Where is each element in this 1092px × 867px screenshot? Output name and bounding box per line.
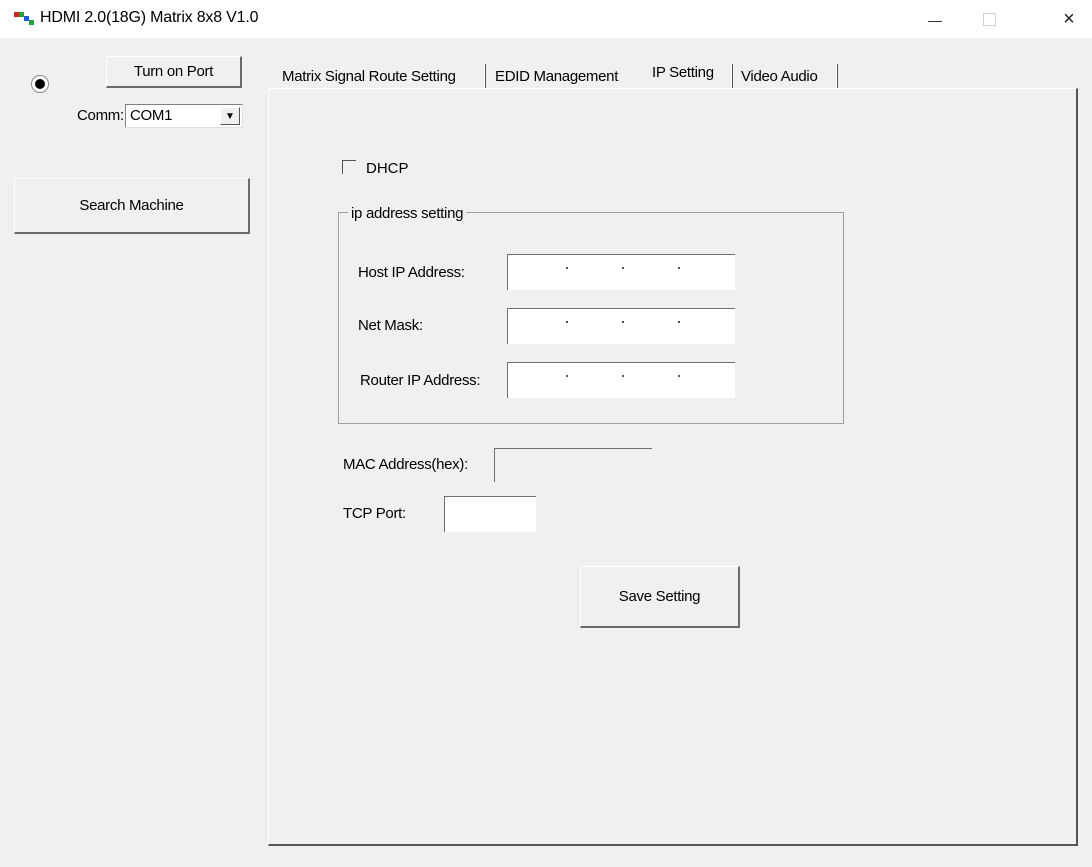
router-ip-label: Router IP Address:: [360, 372, 481, 389]
tab-edid-management[interactable]: EDID Management: [495, 62, 618, 90]
host-ip-input[interactable]: [507, 254, 735, 290]
turn-on-port-button[interactable]: Turn on Port: [106, 56, 242, 88]
tcp-port-input[interactable]: [444, 496, 536, 532]
mac-address-input[interactable]: [494, 448, 652, 482]
comm-port-value: COM1: [130, 107, 173, 124]
search-machine-label: Search Machine: [79, 197, 184, 214]
app-matrix-icon: [14, 12, 34, 26]
net-mask-label: Net Mask:: [358, 317, 423, 334]
net-mask-input[interactable]: [507, 308, 735, 344]
tab-ip-setting[interactable]: IP Setting: [652, 58, 714, 86]
title-bar: HDMI 2.0(18G) Matrix 8x8 V1.0 ×: [0, 0, 1092, 38]
turn-on-port-label: Turn on Port: [133, 63, 214, 80]
window-title: HDMI 2.0(18G) Matrix 8x8 V1.0: [40, 9, 259, 26]
host-ip-label: Host IP Address:: [358, 264, 465, 281]
mac-address-label: MAC Address(hex):: [343, 456, 468, 473]
save-setting-button[interactable]: Save Setting: [580, 566, 740, 628]
minimize-button[interactable]: [912, 0, 958, 38]
router-ip-input[interactable]: [507, 362, 735, 398]
tab-separator: [484, 64, 486, 88]
tab-matrix-signal-route[interactable]: Matrix Signal Route Setting: [282, 62, 456, 90]
chevron-down-icon[interactable]: ▼: [220, 107, 240, 125]
groupbox-title: ip address setting: [348, 205, 467, 222]
tab-video-audio[interactable]: Video Audio: [741, 62, 818, 90]
close-icon: ×: [1063, 7, 1075, 30]
dhcp-label: DHCP: [366, 160, 409, 177]
tab-separator: [836, 64, 838, 88]
port-status-radio[interactable]: [31, 75, 49, 93]
maximize-button[interactable]: [966, 0, 1012, 38]
maximize-icon: [982, 12, 996, 26]
tcp-port-label: TCP Port:: [343, 505, 406, 522]
search-machine-button[interactable]: Search Machine: [14, 178, 250, 234]
close-button[interactable]: ×: [1046, 0, 1092, 38]
save-setting-label: Save Setting: [618, 588, 701, 605]
comm-label: Comm:: [77, 107, 124, 124]
minimize-icon: [928, 20, 942, 22]
dhcp-checkbox[interactable]: [342, 160, 356, 174]
comm-port-select[interactable]: COM1 ▼: [125, 104, 243, 128]
tab-separator: [731, 64, 733, 88]
